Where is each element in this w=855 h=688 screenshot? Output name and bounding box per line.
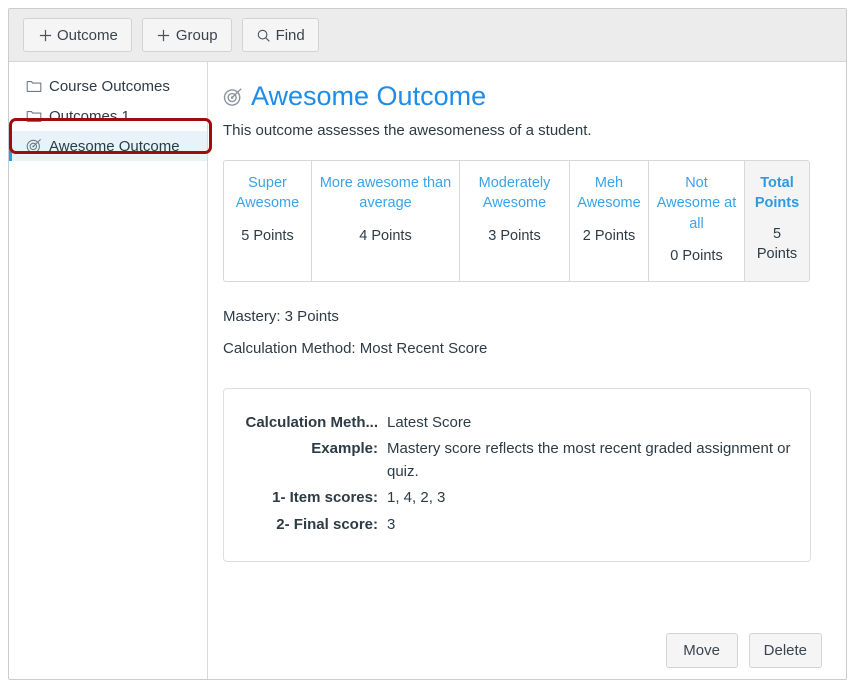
rating-cell: Not Awesome at all 0 Points (649, 160, 745, 281)
folder-icon (26, 78, 42, 94)
move-button[interactable]: Move (665, 633, 738, 668)
app-root: Outcome Group Find Course Outcomes Outco… (0, 0, 855, 688)
sidebar-item-course-outcomes[interactable]: Course Outcomes (9, 71, 207, 101)
add-group-button[interactable]: Group (141, 18, 232, 52)
outcome-detail-panel: Awesome Outcome This outcome assesses th… (208, 62, 846, 679)
target-icon (223, 87, 243, 107)
sidebar-item-awesome-outcome[interactable]: Awesome Outcome (9, 131, 207, 161)
delete-button[interactable]: Delete (748, 633, 822, 668)
detail-row: 1- Item scores: 1, 4, 2, 3 (224, 486, 796, 509)
rating-cell: Meh Awesome 2 Points (570, 160, 649, 281)
detail-value: 1, 4, 2, 3 (387, 489, 446, 507)
toolbar: Outcome Group Find (9, 9, 846, 62)
add-group-label: Group (175, 26, 218, 44)
find-button[interactable]: Find (241, 18, 319, 52)
add-outcome-button[interactable]: Outcome (23, 18, 132, 52)
sidebar-item-label: Outcomes 1 (49, 107, 130, 125)
calculation-detail-box: Calculation Meth... Latest Score Example… (223, 387, 811, 562)
calculation-method-text: Calculation Method: Most Recent Score (223, 339, 488, 357)
rating-cell: Moderately Awesome 3 Points (460, 160, 570, 281)
detail-label: Example: (311, 439, 378, 457)
ratings-table: Super Awesome 5 Points More awesome than… (223, 159, 810, 282)
total-points-value: 5 Points (756, 225, 798, 263)
rating-cell: Super Awesome 5 Points (224, 160, 312, 281)
rating-points: 2 Points (582, 227, 636, 244)
rating-name: Not Awesome at all (656, 174, 737, 232)
detail-value: 3 (387, 515, 396, 533)
find-label: Find (275, 26, 305, 44)
rating-name: More awesome than average (319, 174, 452, 212)
plus-icon (37, 27, 53, 43)
action-buttons: Move Delete (665, 633, 822, 668)
rating-points: 0 Points (670, 248, 723, 265)
total-points-label: Total Points (754, 174, 800, 212)
rating-cell: More awesome than average 4 Points (312, 160, 460, 281)
sidebar-item-label: Awesome Outcome (49, 137, 180, 155)
rating-name: Super Awesome (235, 174, 300, 212)
rating-name: Moderately Awesome (478, 174, 551, 212)
detail-label: 2- Final score: (276, 515, 378, 533)
outcomes-sidebar: Course Outcomes Outcomes 1 Awesome Outco… (9, 62, 212, 679)
page-title-row: Awesome Outcome (223, 81, 822, 112)
rating-name: Meh Awesome (577, 174, 641, 212)
outcome-description: This outcome assesses the awesomeness of… (223, 121, 592, 139)
plus-icon (156, 27, 172, 43)
search-icon (256, 27, 272, 43)
body: Course Outcomes Outcomes 1 Awesome Outco… (9, 62, 846, 679)
target-icon (26, 138, 42, 154)
outcomes-window: Outcome Group Find Course Outcomes Outco… (8, 8, 847, 680)
detail-row: Example: Mastery score reflects the most… (224, 437, 796, 484)
detail-row: 2- Final score: 3 (224, 513, 796, 536)
rating-points: 5 Points (241, 227, 294, 244)
rating-points: 4 Points (359, 227, 412, 244)
detail-label: 1- Item scores: (272, 489, 378, 507)
mastery-text: Mastery: 3 Points (223, 307, 339, 325)
page-title: Awesome Outcome (251, 81, 487, 111)
sidebar-item-label: Course Outcomes (49, 77, 170, 95)
sidebar-item-outcomes-1[interactable]: Outcomes 1 (9, 101, 207, 131)
total-points-cell: Total Points 5 Points (745, 160, 809, 281)
detail-row: Calculation Meth... Latest Score (224, 411, 796, 434)
rating-points: 3 Points (488, 227, 541, 244)
detail-value: Mastery score reflects the most recent g… (387, 439, 791, 481)
detail-label: Calculation Meth... (245, 413, 378, 431)
add-outcome-label: Outcome (57, 26, 118, 44)
detail-value: Latest Score (387, 413, 472, 431)
folder-icon (26, 108, 42, 124)
